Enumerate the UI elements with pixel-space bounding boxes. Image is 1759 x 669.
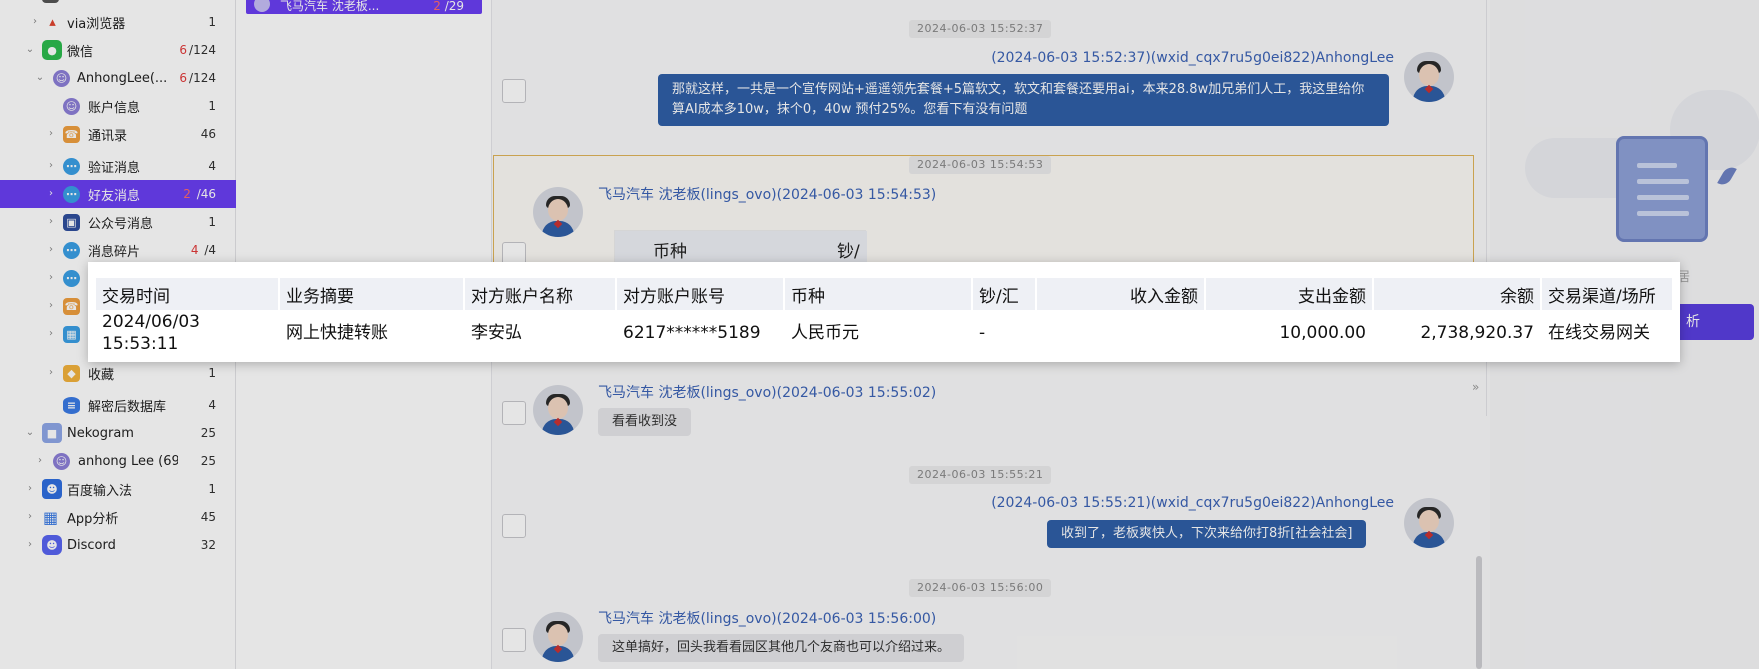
cell-counterparty-name: 李安弘 <box>465 310 617 356</box>
col-header-channel: 交易渠道/场所 <box>1542 278 1674 310</box>
col-header-cash-remit: 钞/汇 <box>973 278 1037 310</box>
cell-cash-remit: - <box>973 310 1037 356</box>
cell-time-text: 15:53:11 <box>102 334 179 354</box>
cell-time: 2024/06/03 15:53:11 <box>96 310 280 356</box>
col-header-counterparty-name: 对方账户名称 <box>465 278 617 310</box>
col-header-summary: 业务摘要 <box>280 278 465 310</box>
table-header-row: 交易时间 业务摘要 对方账户名称 对方账户账号 币种 钞/汇 收入金额 支出金额… <box>96 278 1674 310</box>
cell-expense: 10,000.00 <box>1206 310 1374 356</box>
cell-counterparty-account: 6217******5189 <box>617 310 785 356</box>
col-header-currency: 币种 <box>785 278 973 310</box>
col-header-income: 收入金额 <box>1037 278 1206 310</box>
col-header-expense: 支出金额 <box>1206 278 1374 310</box>
table-row: 2024/06/03 15:53:11 网上快捷转账 李安弘 6217******… <box>96 310 1674 356</box>
cell-income <box>1037 310 1206 356</box>
transaction-table: 交易时间 业务摘要 对方账户名称 对方账户账号 币种 钞/汇 收入金额 支出金额… <box>96 278 1674 356</box>
col-header-balance: 余额 <box>1374 278 1542 310</box>
cell-balance: 2,738,920.37 <box>1374 310 1542 356</box>
cell-channel: 在线交易网关 <box>1542 310 1674 356</box>
col-header-counterparty-account: 对方账户账号 <box>617 278 785 310</box>
col-header-time: 交易时间 <box>96 278 280 310</box>
transaction-detail-popup: 交易时间 业务摘要 对方账户名称 对方账户账号 币种 钞/汇 收入金额 支出金额… <box>88 262 1680 362</box>
cell-currency: 人民币元 <box>785 310 973 356</box>
cell-date-text: 2024/06/03 <box>102 312 200 332</box>
cell-summary: 网上快捷转账 <box>280 310 465 356</box>
